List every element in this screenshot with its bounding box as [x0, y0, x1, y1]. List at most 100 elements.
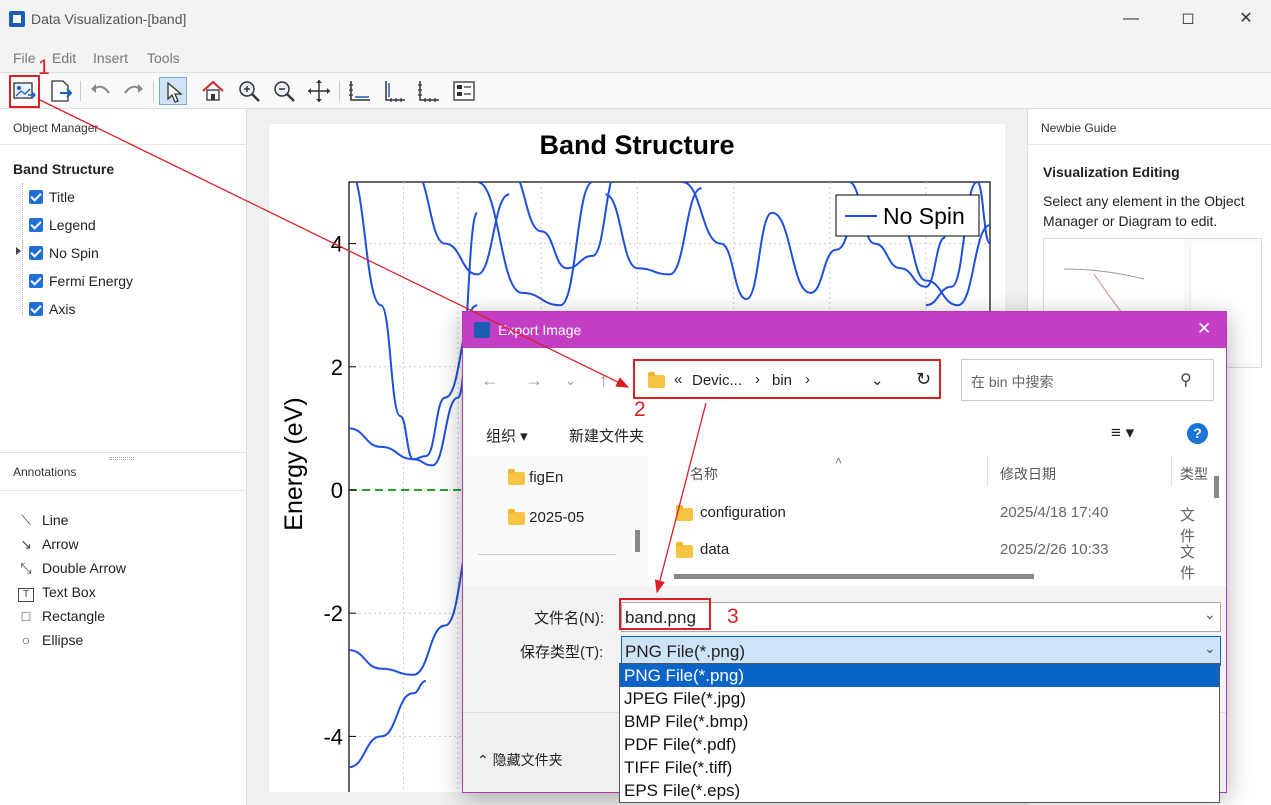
- tree-item-legend[interactable]: Legend: [49, 217, 96, 233]
- annotation-line[interactable]: ⟍ Line: [18, 512, 68, 529]
- breadcrumb-separator-icon: ›: [755, 371, 760, 388]
- address-dropdown-icon[interactable]: ⌄: [871, 371, 884, 389]
- layout-icon[interactable]: [450, 77, 478, 105]
- up-icon[interactable]: ↑: [599, 370, 608, 391]
- close-button[interactable]: ✕: [1226, 6, 1266, 32]
- annotation-double-arrow[interactable]: ⤡ Double Arrow: [18, 560, 126, 577]
- sort-indicator-icon: ˄: [835, 454, 843, 468]
- address-bar[interactable]: « Devic... › bin › ⌄ ↻: [633, 359, 941, 399]
- folder-icon: [676, 505, 693, 521]
- y-tick-label: 2: [331, 355, 343, 380]
- filename-dropdown-icon[interactable]: ⌄: [1204, 606, 1216, 623]
- folder-icon: [648, 372, 665, 388]
- file-row[interactable]: data 2025/2/26 10:33 文件: [676, 540, 1206, 582]
- checkbox-no-spin[interactable]: [29, 246, 43, 260]
- tree-item-title[interactable]: Title: [49, 189, 75, 205]
- axis-both-icon[interactable]: [414, 77, 442, 105]
- vertical-scrollbar[interactable]: [1214, 476, 1219, 498]
- double-arrow-icon: ⤡: [20, 560, 32, 576]
- zoom-out-icon[interactable]: [270, 77, 298, 105]
- new-folder-button[interactable]: 新建文件夹: [569, 425, 644, 446]
- title-bar: Data Visualization-[band] — ◻ ✕: [0, 0, 1271, 38]
- checkbox-title[interactable]: [29, 190, 43, 204]
- menu-file[interactable]: File: [13, 50, 36, 66]
- checkbox-legend[interactable]: [29, 218, 43, 232]
- annotation-rectangle[interactable]: □ Rectangle: [18, 608, 105, 624]
- annotation-ellipse[interactable]: ○ Ellipse: [18, 632, 83, 648]
- export-data-icon[interactable]: [46, 77, 74, 105]
- filetype-option-eps[interactable]: EPS File(*.eps): [620, 779, 1219, 802]
- maximize-button[interactable]: ◻: [1168, 6, 1208, 32]
- tree-root[interactable]: Band Structure: [13, 161, 114, 177]
- filetype-dropdown-icon[interactable]: ⌄: [1204, 640, 1216, 657]
- annotation-arrow[interactable]: ↘ Arrow: [18, 536, 78, 553]
- checkbox-fermi-energy[interactable]: [29, 274, 43, 288]
- filetype-option-png[interactable]: PNG File(*.png): [620, 664, 1219, 687]
- highlight-box-export: [9, 75, 40, 108]
- filetype-option-bmp[interactable]: BMP File(*.bmp): [620, 710, 1219, 733]
- folder-icon: [508, 508, 525, 525]
- tree-item-fermi-energy[interactable]: Fermi Energy: [49, 273, 133, 289]
- filetype-select[interactable]: PNG File(*.png) ⌄: [621, 636, 1221, 666]
- breadcrumb-bin[interactable]: bin: [772, 372, 792, 389]
- horizontal-scrollbar[interactable]: [674, 574, 1034, 579]
- forward-icon[interactable]: →: [525, 370, 543, 391]
- search-icon[interactable]: ⚲: [1180, 370, 1192, 390]
- axis-y-icon[interactable]: [380, 77, 408, 105]
- help-icon[interactable]: ?: [1187, 423, 1208, 444]
- menu-edit[interactable]: Edit: [52, 50, 76, 66]
- ellipse-icon: ○: [21, 632, 31, 648]
- annotations-panel: Annotations ⟍ Line ↘ Arrow ⤡ Double Arrow T…: [0, 452, 247, 805]
- filetype-option-pdf[interactable]: PDF File(*.pdf): [620, 733, 1219, 756]
- object-manager-panel: Object Manager Band Structure Title Lege…: [0, 109, 247, 452]
- hide-folders-toggle[interactable]: ⌃ 隐藏文件夹: [477, 750, 563, 770]
- column-name[interactable]: 名称: [690, 464, 718, 484]
- axis-x-icon[interactable]: [345, 77, 373, 105]
- filetype-option-jpg[interactable]: JPEG File(*.jpg): [620, 687, 1219, 710]
- organize-button[interactable]: 组织 ▾: [486, 425, 528, 446]
- minimize-button[interactable]: —: [1111, 6, 1151, 32]
- refresh-icon[interactable]: ↻: [916, 369, 931, 390]
- column-modified[interactable]: 修改日期: [1000, 464, 1056, 484]
- filename-input[interactable]: band.png ⌄: [621, 602, 1221, 632]
- tree-item-axis[interactable]: Axis: [49, 301, 75, 317]
- search-box[interactable]: 在 bin 中搜索 ⚲: [961, 359, 1214, 401]
- nav-folder-2025-05[interactable]: 2025-05: [508, 508, 584, 526]
- column-type[interactable]: 类型: [1180, 464, 1208, 484]
- guide-title: Visualization Editing: [1043, 164, 1180, 180]
- home-icon[interactable]: [199, 77, 227, 105]
- y-tick-label: 4: [331, 232, 343, 257]
- nav-folder-figen[interactable]: figEn: [508, 468, 563, 486]
- navigation-pane: figEn 2025-05: [463, 456, 648, 586]
- step-marker-2: 2: [634, 398, 646, 421]
- y-tick-label: 0: [331, 478, 343, 503]
- menu-insert[interactable]: Insert: [93, 50, 128, 66]
- breadcrumb-devices[interactable]: Devic...: [692, 372, 742, 389]
- select-icon[interactable]: [159, 77, 187, 105]
- view-options-icon[interactable]: ≡ ▾: [1111, 423, 1134, 443]
- zoom-in-icon[interactable]: [235, 77, 263, 105]
- tree-item-no-spin[interactable]: No Spin: [49, 245, 99, 261]
- y-axis-label[interactable]: Energy (eV): [280, 397, 308, 530]
- nav-scrollbar[interactable]: [635, 530, 640, 552]
- filetype-option-tiff[interactable]: TIFF File(*.tiff): [620, 756, 1219, 779]
- y-tick-label: -4: [323, 724, 343, 749]
- recent-chevron-icon[interactable]: ⌄: [565, 373, 576, 389]
- legend[interactable]: No Spin: [835, 194, 980, 237]
- dialog-title-bar: Export Image ✕: [463, 312, 1226, 348]
- redo-icon[interactable]: [120, 77, 148, 105]
- text-box-icon: T: [18, 588, 34, 602]
- tree-line: [22, 183, 23, 315]
- folder-icon: [508, 468, 525, 485]
- undo-icon[interactable]: [86, 77, 114, 105]
- annotation-text-box[interactable]: T Text Box: [18, 584, 96, 602]
- back-icon[interactable]: ←: [481, 370, 499, 391]
- menu-tools[interactable]: Tools: [147, 50, 180, 66]
- expand-arrow-icon[interactable]: [16, 247, 21, 255]
- filetype-dropdown-list: PNG File(*.png) JPEG File(*.jpg) BMP Fil…: [619, 663, 1220, 803]
- file-row[interactable]: configuration 2025/4/18 17:40 文件: [676, 503, 1206, 545]
- chart-title[interactable]: Band Structure: [539, 130, 734, 160]
- pan-icon[interactable]: [305, 77, 333, 105]
- dialog-close-icon[interactable]: ✕: [1197, 319, 1211, 339]
- checkbox-axis[interactable]: [29, 302, 43, 316]
